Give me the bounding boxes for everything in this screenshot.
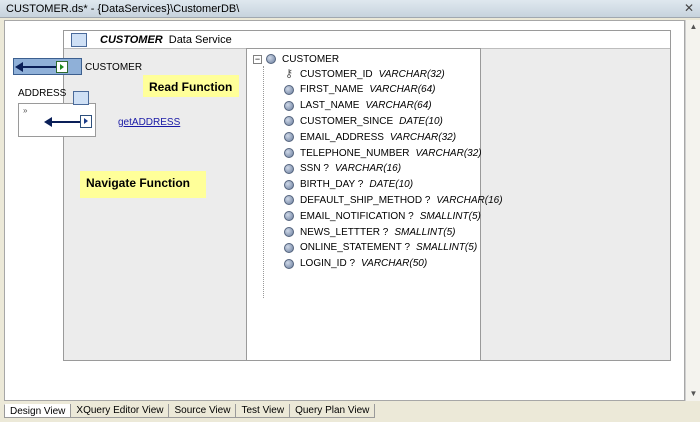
tree-field-row[interactable]: DEFAULT_SHIP_METHOD ? VARCHAR(16) xyxy=(284,193,503,207)
scroll-up-icon[interactable]: ▲ xyxy=(686,20,700,34)
tab-design-view[interactable]: Design View xyxy=(4,404,72,418)
tree-field-type: VARCHAR(50) xyxy=(361,258,428,270)
editor-title: CUSTOMER.ds* - {DataServices}\CustomerDB… xyxy=(6,2,240,15)
tree-field-name: EMAIL_ADDRESS xyxy=(300,131,384,143)
element-icon xyxy=(284,148,294,158)
function-document-icon xyxy=(56,61,68,73)
return-type-panel: − CUSTOMER ⚷ CUSTOMER_ID VARCHAR(32) FIRST_… xyxy=(246,48,503,361)
tree-root-row[interactable]: − CUSTOMER xyxy=(253,52,339,66)
tree-field-type: VARCHAR(64) xyxy=(369,84,436,96)
tab-source-view[interactable]: Source View xyxy=(168,404,237,418)
tree-field-name: FIRST_NAME xyxy=(300,84,364,96)
key-icon: ⚷ xyxy=(284,68,294,80)
element-icon xyxy=(284,195,294,206)
view-tabs: Design View XQuery Editor View Source View… xyxy=(4,404,376,418)
tree-field-name: CUSTOMER_ID xyxy=(300,68,373,80)
collapse-icon[interactable]: − xyxy=(253,54,262,64)
tree-connector xyxy=(263,66,264,298)
element-icon xyxy=(284,163,294,174)
element-icon xyxy=(284,116,294,127)
tree-field-type: SMALLINT(5) xyxy=(394,226,456,238)
tree-field-name: BIRTH_DAY ? xyxy=(300,179,364,191)
tree-field-row[interactable]: EMAIL_ADDRESS VARCHAR(32) xyxy=(284,130,456,144)
element-icon xyxy=(266,54,276,64)
tree-field-name: CUSTOMER_SINCE xyxy=(300,115,394,127)
tree-field-name: NEWS_LETTTER ? xyxy=(300,226,389,238)
tree-field-row[interactable]: LOGIN_ID ? VARCHAR(50) xyxy=(284,257,427,271)
tree-root-label: CUSTOMER xyxy=(282,53,340,65)
tree-field-name: ONLINE_STATEMENT ? xyxy=(300,242,411,254)
element-icon xyxy=(284,179,294,190)
tree-field-name: TELEPHONE_NUMBER xyxy=(300,147,410,159)
tree-field-type: SMALLINT(5) xyxy=(419,210,481,222)
grip-icon: » xyxy=(23,106,28,115)
tree-field-type: VARCHAR(64) xyxy=(365,100,432,112)
tree-field-type: VARCHAR(16) xyxy=(436,194,503,206)
tree-field-row[interactable]: LAST_NAME VARCHAR(64) xyxy=(284,99,432,113)
data-service-subtitle: Data Service xyxy=(168,33,232,46)
tree-field-row[interactable]: TELEPHONE_NUMBER VARCHAR(32) xyxy=(284,146,482,160)
tree-field-type: VARCHAR(32) xyxy=(415,147,482,159)
tree-field-row[interactable]: SSN ? VARCHAR(16) xyxy=(284,162,401,176)
editor-title-bar: CUSTOMER.ds* - {DataServices}\CustomerDB… xyxy=(0,0,700,18)
read-function-label: CUSTOMER xyxy=(85,62,143,73)
tree-field-name: LAST_NAME xyxy=(300,100,360,112)
arrow-line xyxy=(18,66,58,68)
tree-field-type: VARCHAR(32) xyxy=(378,68,445,80)
tree-field-row[interactable]: NEWS_LETTTER ? SMALLINT(5) xyxy=(284,225,455,239)
tree-field-type: SMALLINT(5) xyxy=(416,242,478,254)
tree-field-name: SSN ? xyxy=(300,163,329,175)
data-service-icon xyxy=(71,32,87,47)
tree-field-row[interactable]: FIRST_NAME VARCHAR(64) xyxy=(284,83,435,97)
vertical-scrollbar[interactable]: ▲ ▼ xyxy=(685,20,700,401)
scroll-down-icon[interactable]: ▼ xyxy=(686,387,700,401)
tree-field-row[interactable]: ⚷ CUSTOMER_ID VARCHAR(32) xyxy=(284,67,445,81)
element-icon xyxy=(284,132,294,143)
tree-field-type: DATE(10) xyxy=(369,179,414,191)
element-icon xyxy=(284,242,294,253)
element-icon xyxy=(284,84,294,95)
data-service-name: CUSTOMER xyxy=(100,33,163,46)
element-icon xyxy=(284,227,294,237)
tree-field-type: DATE(10) xyxy=(399,115,443,127)
function-document-icon xyxy=(80,115,92,128)
tab-test-view[interactable]: Test View xyxy=(235,404,291,418)
tree-field-name: LOGIN_ID ? xyxy=(300,258,356,270)
tree-field-row[interactable]: ONLINE_STATEMENT ? SMALLINT(5) xyxy=(284,241,477,255)
tree-field-row[interactable]: BIRTH_DAY ? DATE(10) xyxy=(284,178,413,192)
data-service-icon xyxy=(73,91,89,105)
arrow-line xyxy=(49,121,84,123)
tab-xquery-editor-view[interactable]: XQuery Editor View xyxy=(70,404,170,418)
tab-query-plan-view[interactable]: Query Plan View xyxy=(289,404,376,418)
read-function-callout: Read Function xyxy=(143,75,239,97)
close-icon[interactable]: ✕ xyxy=(684,2,694,15)
tree-field-row[interactable]: CUSTOMER_SINCE DATE(10) xyxy=(284,114,443,128)
element-icon xyxy=(284,100,294,111)
tree-field-name: EMAIL_NOTIFICATION ? xyxy=(300,210,414,222)
navigate-function-callout: Navigate Function xyxy=(80,171,206,198)
element-icon xyxy=(284,211,294,222)
element-icon xyxy=(284,258,294,269)
read-function-node[interactable] xyxy=(13,58,82,75)
tree-field-type: VARCHAR(32) xyxy=(389,131,457,143)
data-service-header: CUSTOMER Data Service xyxy=(64,31,670,49)
address-label: ADDRESS xyxy=(18,88,67,99)
navigate-function-link[interactable]: getADDRESS xyxy=(118,117,180,128)
tree-field-row[interactable]: EMAIL_NOTIFICATION ? SMALLINT(5) xyxy=(284,209,481,223)
tree-field-name: DEFAULT_SHIP_METHOD ? xyxy=(300,194,431,206)
tree-field-type: VARCHAR(16) xyxy=(334,163,402,175)
